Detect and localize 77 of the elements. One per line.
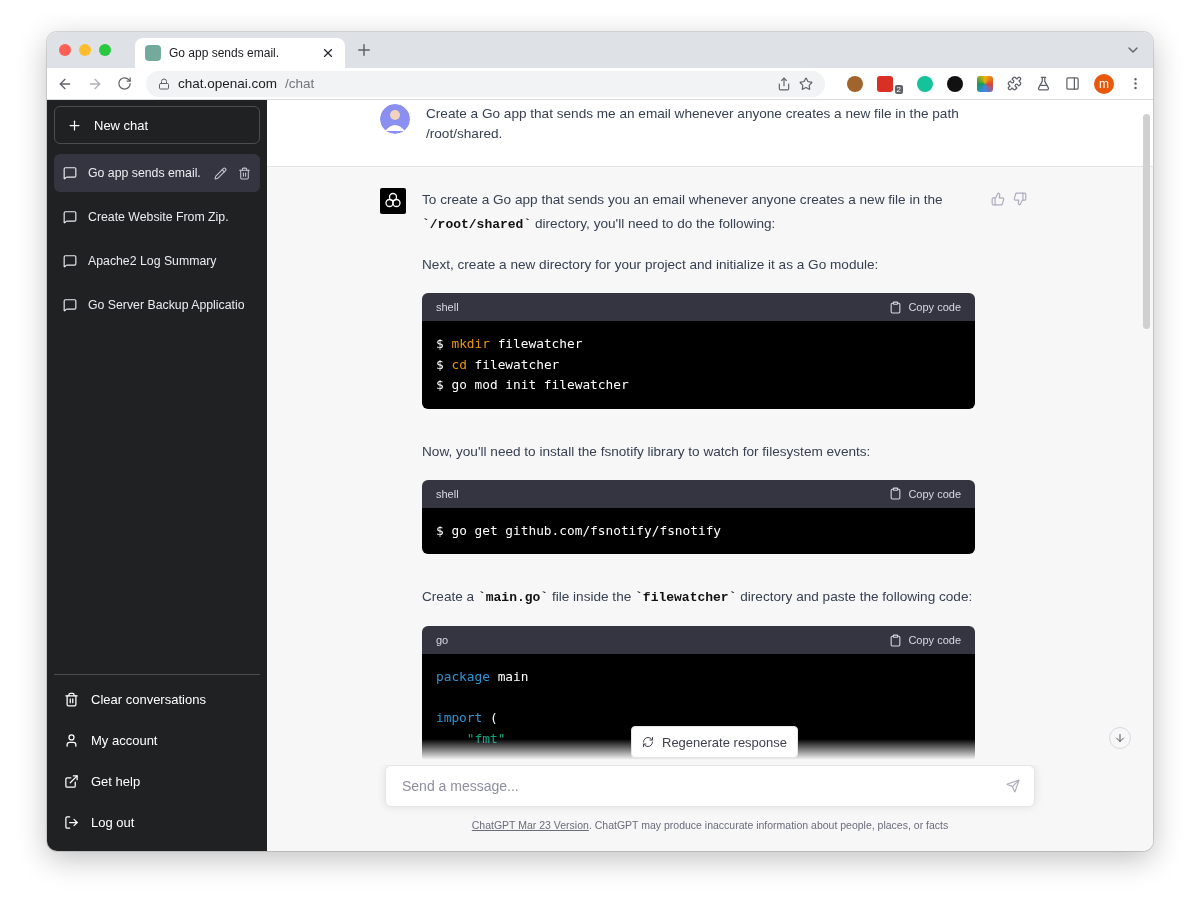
conversation-item[interactable]: Go Server Backup Applicatio — [54, 286, 260, 324]
chat-bubble-icon — [63, 254, 77, 268]
tab-title: Go app sends email. — [169, 46, 281, 60]
conversation-title: Go app sends email. — [88, 166, 202, 180]
message-text: Create a `main.go` file inside the `filewatcher` directory and paste the following code: — [422, 588, 974, 607]
conversation-item[interactable]: Go app sends email. — [54, 154, 260, 192]
side-panel-icon[interactable] — [1065, 76, 1080, 91]
trash-icon[interactable] — [238, 166, 251, 180]
new-tab-icon[interactable] — [355, 41, 373, 59]
user-icon — [64, 733, 79, 748]
clipboard-icon — [889, 487, 903, 500]
code-line: import ( — [436, 709, 498, 727]
regenerate-button[interactable]: Regenerate response — [631, 726, 799, 758]
lock-icon — [158, 77, 170, 90]
code-language: shell — [436, 487, 459, 500]
new-chat-button[interactable]: New chat — [54, 106, 260, 144]
copy-code-button[interactable]: Copy code — [889, 633, 961, 647]
flask-icon[interactable] — [1036, 76, 1051, 91]
version-link[interactable]: ChatGPT Mar 23 Version — [471, 819, 589, 831]
dark-circle-icon[interactable] — [947, 75, 963, 92]
conversation-title: Apache2 Log Summary — [88, 254, 218, 268]
code-line: package main — [436, 668, 529, 686]
sidebar-menu-item[interactable]: My account — [54, 720, 260, 761]
refresh-icon — [642, 736, 654, 748]
conversation-item[interactable]: Create Website From Zip. — [54, 198, 260, 236]
address-bar[interactable]: chat.openai.com /chat — [146, 70, 825, 97]
favicon-icon — [145, 45, 161, 61]
conversation-item[interactable]: Apache2 Log Summary — [54, 242, 260, 280]
message-text: To create a Go app that sends you an email whenever anyone creates a new file in the `/root/shared` directory, you'll need to do the following: — [422, 191, 944, 234]
clipboard-icon — [889, 633, 903, 647]
thumbs-up-icon[interactable] — [991, 192, 1005, 206]
chat-bubble-icon — [63, 166, 77, 180]
code-line: $ cd filewatcher — [436, 355, 560, 374]
star-icon[interactable] — [798, 76, 813, 91]
message-input[interactable]: Send a message... — [400, 777, 1006, 795]
external-link-icon — [64, 774, 79, 789]
trash-icon — [64, 692, 79, 707]
message-text: Create a Go app that sends me an email whenever anyone creates a new file in the path /root/shared. — [426, 105, 960, 143]
code-line: "fmt" — [465, 729, 506, 748]
message-text: Next, create a new directory for your project and initialize it as a Go module: — [422, 256, 880, 274]
clipboard-icon — [889, 300, 903, 314]
code-language: shell — [436, 301, 459, 313]
sidebar-menu-item[interactable]: Clear conversations — [54, 679, 260, 720]
cookie-icon[interactable] — [846, 75, 863, 92]
arrow-down-icon — [1114, 732, 1126, 744]
copy-code-button[interactable]: Copy code — [889, 487, 961, 500]
browser-tab[interactable]: Go app sends email. — [135, 38, 345, 68]
extension-icon[interactable] — [876, 75, 893, 92]
reload-icon[interactable] — [117, 76, 132, 91]
extension-badge: 2 — [894, 85, 903, 94]
close-tab-icon[interactable] — [321, 46, 335, 60]
profile-avatar[interactable]: m — [1094, 73, 1114, 94]
message-field[interactable]: Send a message... — [385, 765, 1035, 807]
avatar-icon — [380, 104, 410, 134]
code-line: $ go mod init filewatcher — [436, 376, 629, 394]
code-line: $ mkdir filewatcher — [436, 335, 583, 353]
url-path: /chat — [285, 76, 316, 91]
conversation-title: Go Server Backup Applicatio — [88, 298, 246, 312]
code-language: go — [436, 634, 449, 646]
share-icon[interactable] — [776, 76, 791, 91]
puzzle-icon[interactable] — [1007, 76, 1022, 91]
edit-icon[interactable] — [214, 166, 227, 180]
sidebar-menu-item[interactable]: Log out — [54, 802, 260, 843]
logout-icon — [64, 815, 79, 830]
conversation-title: Create Website From Zip. — [88, 210, 230, 224]
chat-bubble-icon — [63, 298, 77, 312]
plus-icon — [67, 117, 82, 133]
thumbs-down-icon[interactable] — [1013, 192, 1027, 206]
url-host: chat.openai.com — [178, 76, 278, 91]
sidebar-menu-item[interactable]: Get help — [54, 761, 260, 802]
code-line: $ go get github.com/fsnotify/fsnotify — [436, 521, 722, 540]
copy-code-button[interactable]: Copy code — [889, 300, 961, 314]
message-text: Now, you'll need to install the fsnotify library to watch for filesystem events: — [422, 442, 872, 461]
logo-icon — [380, 188, 406, 214]
disclaimer-text: ChatGPT Mar 23 Version. ChatGPT may produce inaccurate information about people, places, or facts — [471, 819, 949, 831]
scrollbar-thumb[interactable] — [1143, 114, 1150, 329]
chat-bubble-icon — [63, 210, 77, 224]
